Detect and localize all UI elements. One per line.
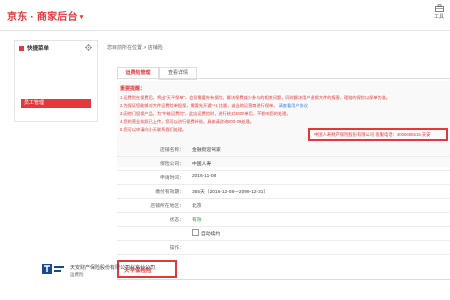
toolbox-icon: [434, 4, 444, 12]
section-divider: [117, 279, 450, 280]
status-badge: 有效: [192, 218, 202, 223]
field-value: 北京: [192, 204, 202, 209]
menu-square-icon: [19, 46, 24, 51]
auto-renew-checkbox[interactable]: [192, 229, 199, 237]
top-bar: 京东 · 商家后台 ▾ 工具: [0, 0, 450, 31]
notice-line-2: 2.为保证您能够对大件运费险单投保，需要先开通“+1 比量，或当地运营商进行保单…: [120, 103, 308, 109]
quick-menu-title: 快捷菜单: [27, 46, 50, 52]
chevron-down-icon[interactable]: ▾: [80, 14, 84, 21]
form-row-insurer: 保险公司： 中国人寿: [117, 156, 450, 171]
field-value: 365天（2016-12-08—2099-12-31）: [192, 190, 269, 195]
gear-icon[interactable]: [85, 44, 92, 51]
sidebar-item-staff-management[interactable]: 员工管理: [21, 99, 91, 108]
insurer-contact-highlight: 中国人寿财产保险股份有限公司 客服电话：4006695515 天安: [308, 128, 448, 141]
form-row-apply-time: 申请时间： 2016-11-08: [117, 170, 450, 185]
auto-renew-label: 自动续约: [201, 232, 221, 237]
notice-line-5: 5.您可以申请向小天联系我们处理。: [120, 127, 187, 132]
form-row-validity: 缴付有效期： 365天（2016-12-08—2099-12-31）: [117, 184, 450, 199]
form-row-region: 店铺所在地区： 北京: [117, 198, 450, 213]
notice-line-4: 4.您的营业执照已上传，您可以进行保费补贴，具体请咨询800-09处理。: [120, 119, 254, 124]
field-label: 店铺名称：: [160, 148, 184, 153]
form-row-status: 状态： 有效: [117, 212, 450, 227]
quick-menu-header: 快捷菜单: [15, 41, 97, 57]
insurer-company-sub: 运费险: [70, 272, 84, 277]
section-header: 天平保险险: [117, 260, 450, 286]
logo-text: 京东 · 商家后台: [7, 12, 78, 23]
quick-menu-panel: 快捷菜单 员工管理: [14, 40, 98, 122]
seller-center-logo[interactable]: 京东 · 商家后台 ▾: [7, 8, 83, 23]
notice-line-3: 3.因他门投保产品，为“中能运费险”，此店运费险时，进行核对3000单后，不影响…: [120, 111, 291, 116]
field-value: 2016-11-08: [192, 174, 217, 179]
field-label: 状态：: [169, 218, 184, 223]
breadcrumb: 您目前所在位置 > 店铺险: [107, 45, 163, 51]
notice-line-1: 1.运费险在保费后，将出“天平保单”，会员需要先有保险，解决保费减少参与的相关问…: [120, 95, 391, 100]
field-label: 保险公司：: [160, 162, 184, 167]
insurer-contact-text: 中国人寿财产保险股份有限公司 客服电话：4006695515 天安: [314, 132, 431, 137]
insurer-company-name: 天安财产保险股份有限公司北京分公司: [70, 265, 156, 271]
field-value: 中国人寿: [192, 162, 212, 167]
insurer-logo: [40, 262, 66, 276]
field-label: 店铺所在地区：: [150, 204, 184, 209]
user-agreement-link[interactable]: 请查看用户协议: [279, 103, 308, 108]
main-content: 您目前所在位置 > 店铺险 运费险管理 查看详情 重要提醒： 1.运费险在保费后…: [107, 40, 450, 300]
form-row-actions: 操作：: [117, 240, 450, 255]
notice-title: 重要提醒：: [120, 86, 146, 92]
field-label: 申请时间：: [160, 176, 184, 181]
tools-label: 工具: [433, 14, 444, 20]
field-label: 缴付有效期：: [155, 190, 184, 195]
tab-divider: [117, 78, 450, 79]
field-value: 金融街迎驾家: [192, 148, 221, 153]
tools-button[interactable]: 工具: [431, 4, 447, 20]
form-row-auto-renew: 自动续约: [117, 226, 450, 241]
field-label: 操作：: [169, 246, 184, 251]
notice-line-2-text: 2.为保证您能够对大件运费险单投保，需要先开通“+1 比量，或当地运营商进行保单…: [120, 103, 278, 108]
auto-renew-toggle[interactable]: 自动续约: [192, 229, 221, 237]
form-row-store-name: 店铺名称： 金融街迎驾家: [117, 142, 450, 157]
